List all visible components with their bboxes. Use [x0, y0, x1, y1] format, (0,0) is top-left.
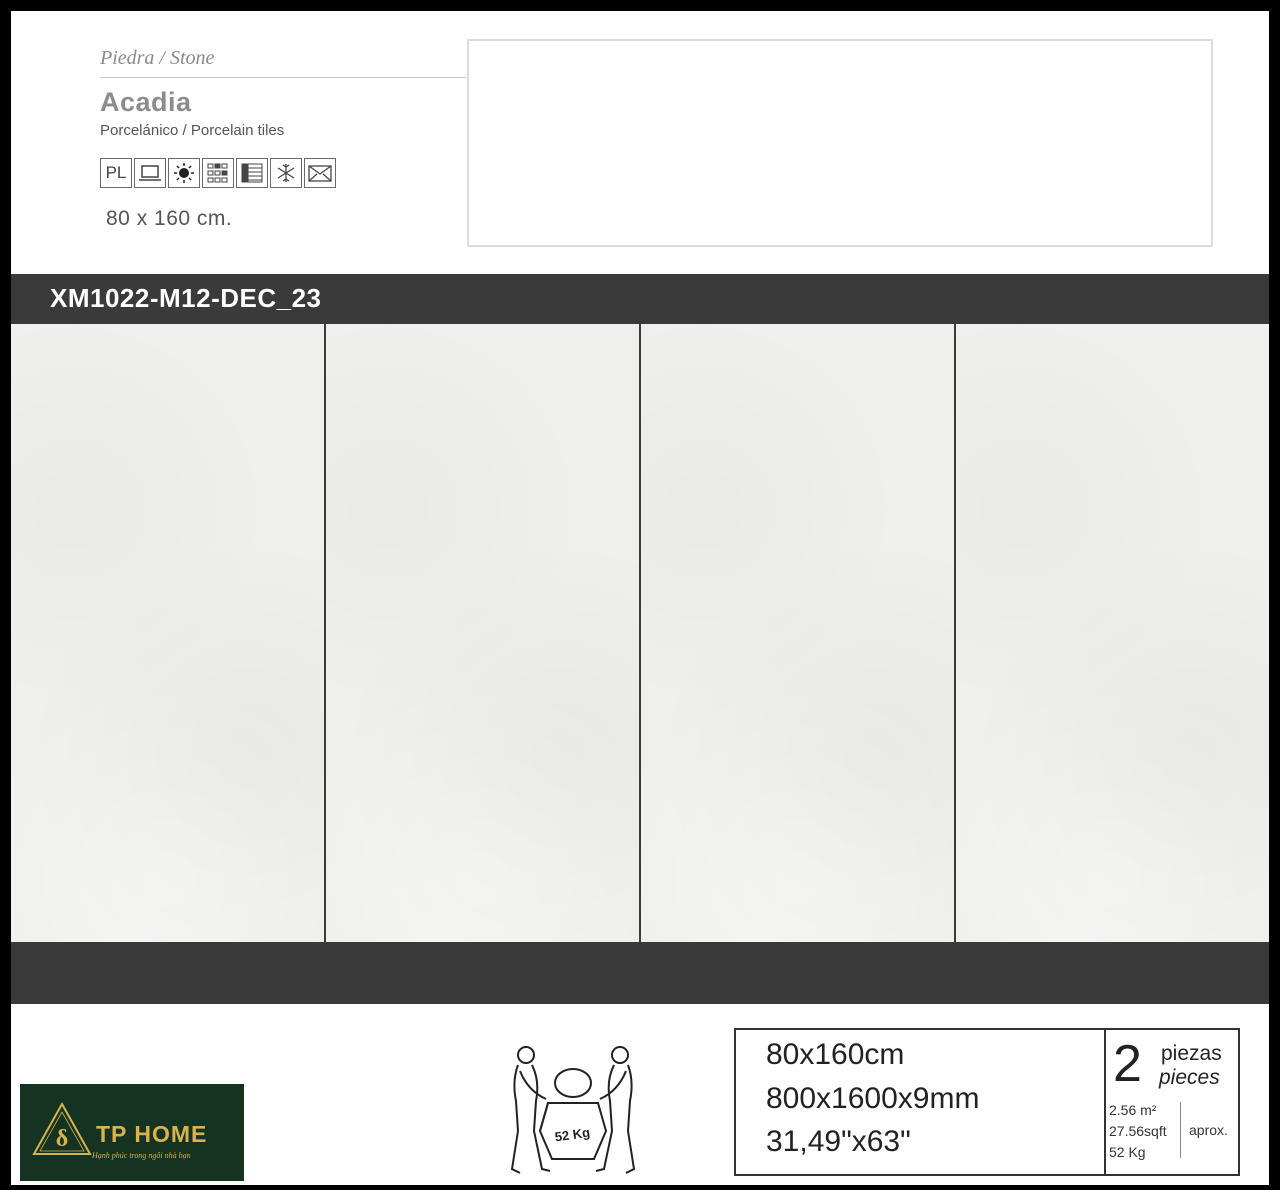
pl-finish-icon: PL	[100, 158, 132, 188]
spec-size-in: 31,49"x63"	[766, 1125, 911, 1158]
pack-area-sqft: 27.56sqft	[1109, 1123, 1167, 1139]
svg-text:δ: δ	[56, 1126, 68, 1152]
spec-divider	[1104, 1030, 1106, 1174]
tile-layout	[11, 324, 1269, 942]
product-category: Piedra / Stone	[100, 47, 215, 69]
logo-slogan: Hạnh phúc trong ngôi nhà bạn	[92, 1151, 191, 1160]
product-type: Porcelánico / Porcelain tiles	[100, 122, 285, 139]
tile-panel	[326, 324, 639, 942]
pack-area-m2: 2.56 m²	[1109, 1102, 1157, 1118]
product-sheet: Piedra / Stone Acadia Porcelánico / Porc…	[11, 11, 1269, 1185]
face-variation-icon	[236, 158, 268, 188]
pieces-label-en: pieces	[1159, 1066, 1220, 1089]
spec-box: 80x160cm 800x1600x9mm 31,49"x63" 2 pieza…	[734, 1028, 1240, 1176]
carry-weight-label: 52 Kg	[554, 1125, 591, 1145]
tile-panel	[641, 324, 954, 942]
pieces-label-es: piezas	[1161, 1042, 1222, 1065]
product-code: XM1022-M12-DEC_23	[50, 283, 322, 313]
bottom-band	[11, 942, 1269, 1004]
pl-finish-label: PL	[105, 163, 127, 182]
tile-panel	[11, 324, 324, 942]
logo-name: TP HOME	[96, 1121, 208, 1147]
approx-label: aprox.	[1189, 1122, 1228, 1138]
spec-size-cm: 80x160cm	[766, 1038, 905, 1071]
tile-panel	[956, 324, 1269, 942]
product-name: Acadia	[100, 87, 192, 117]
category-divider	[100, 77, 466, 78]
frost-resistant-icon	[270, 158, 302, 188]
shade-variation-icon	[202, 158, 234, 188]
code-band: XM1022-M12-DEC_23	[11, 274, 1269, 324]
triangle-logo-icon: δ	[32, 1101, 92, 1155]
feature-icon-row: PL	[100, 158, 336, 188]
envelope-icon	[304, 158, 336, 188]
pieces-count: 2	[1113, 1035, 1142, 1093]
tp-home-logo: δ TP HOME Hạnh phúc trong ngôi nhà bạn	[20, 1084, 244, 1181]
spec-size-mm: 800x1600x9mm	[766, 1082, 980, 1115]
rectified-icon	[134, 158, 166, 188]
pack-weight: 52 Kg	[1109, 1144, 1146, 1160]
pack-divider	[1180, 1102, 1181, 1158]
product-size: 80 x 160 cm.	[106, 207, 233, 230]
sun-resistance-icon	[168, 158, 200, 188]
header-image-frame	[467, 39, 1213, 247]
two-person-lift-icon: 52 Kg	[510, 1046, 636, 1174]
